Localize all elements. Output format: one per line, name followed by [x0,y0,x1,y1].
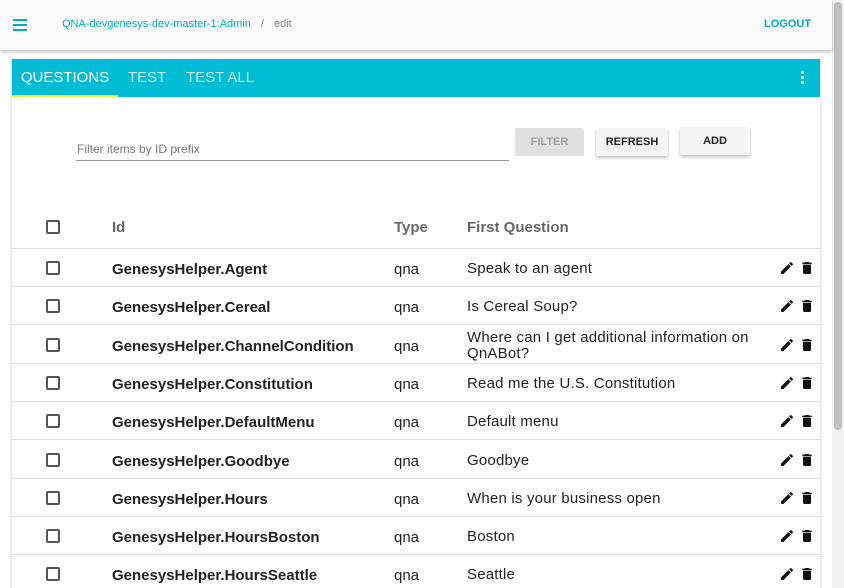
top-app-bar: QNA-devgenesys-dev-master-1:Admin / edit… [0,0,832,50]
tab-test[interactable]: TEST [118,59,176,97]
table-row: GenesysHelper.Hours qna When is your busin… [12,479,820,517]
pencil-icon[interactable] [779,337,795,353]
pencil-icon[interactable] [779,490,795,506]
pencil-icon[interactable] [779,298,795,314]
trash-icon[interactable] [799,375,815,391]
row-first-question: When is your business open [467,489,661,507]
row-first-question: Boston [467,528,515,546]
tab-questions[interactable]: QUESTIONS [12,59,118,97]
scrollbar-thumb[interactable] [834,2,842,430]
row-id: GenesysHelper.Goodbye [112,452,290,470]
breadcrumb-current: edit [273,18,292,30]
row-id: GenesysHelper.Cereal [112,299,271,317]
pencil-icon[interactable] [779,452,795,468]
filter-input[interactable] [76,137,509,161]
row-type: qna [394,375,420,393]
row-type: qna [394,490,420,508]
trash-icon[interactable] [799,298,815,314]
table-row: GenesysHelper.HoursBoston qna Boston [12,517,820,556]
column-header-first-question[interactable]: First Question [467,219,569,236]
row-id: GenesysHelper.HoursSeattle [112,567,318,585]
pencil-icon[interactable] [779,566,795,582]
trash-icon[interactable] [799,452,815,468]
row-type: qna [394,261,420,278]
more-vert-icon[interactable] [800,70,806,86]
add-button[interactable]: ADD [680,127,750,155]
tab-test-all[interactable]: TEST ALL [176,59,264,97]
table-header: Id Type First Question [12,205,820,249]
table-row: GenesysHelper.Constitution qna Read me the… [12,364,820,402]
row-id: GenesysHelper.Constitution [112,375,313,393]
select-all-checkbox[interactable] [46,220,60,234]
row-checkbox[interactable] [46,337,60,352]
table-row: GenesysHelper.Agent qna Speak to an agent [12,249,820,287]
questions-card: QUESTIONS TEST TEST ALL FILTER REFRESH A… [12,59,820,588]
table-row: GenesysHelper.ChannelCondition qna Where c… [12,326,820,364]
row-id: GenesysHelper.ChannelCondition [112,337,354,355]
row-checkbox[interactable] [46,414,60,429]
row-id: GenesysHelper.Agent [112,261,268,278]
filter-button[interactable]: FILTER [515,128,584,156]
row-checkbox[interactable] [46,375,60,390]
row-first-question: Goodbye [467,451,530,469]
row-checkbox[interactable] [46,529,60,544]
menu-icon[interactable] [10,15,30,35]
row-type: qna [394,567,420,585]
trash-icon[interactable] [799,413,815,429]
table-row: GenesysHelper.HoursSeattle qna Seattle [12,555,820,588]
table-row: GenesysHelper.Cereal qna Is Cereal Soup? [12,287,820,326]
row-type: qna [394,337,420,355]
trash-icon[interactable] [799,528,815,544]
tab-bar: QUESTIONS TEST TEST ALL [12,59,820,97]
row-checkbox[interactable] [46,261,60,275]
row-id: GenesysHelper.HoursBoston [112,529,320,547]
pencil-icon[interactable] [779,528,795,544]
column-header-id[interactable]: Id [112,219,125,236]
page-scrollbar[interactable] [832,0,844,588]
breadcrumb-separator: / [260,18,264,30]
row-checkbox[interactable] [46,452,60,467]
row-first-question: Read me the U.S. Constitution [467,374,676,392]
breadcrumb-admin-link[interactable]: QNA-devgenesys-dev-master-1:Admin [62,18,251,30]
row-first-question: Default menu [467,413,559,431]
row-id: GenesysHelper.Hours [112,490,268,508]
trash-icon[interactable] [799,490,815,506]
row-checkbox[interactable] [46,490,60,505]
pencil-icon[interactable] [779,260,795,276]
table-row: GenesysHelper.Goodbye qna Goodbye [12,441,820,479]
trash-icon[interactable] [799,566,815,582]
row-first-question: Speak to an agent [467,260,593,277]
row-first-question: Seattle [467,566,516,584]
table-row: GenesysHelper.DefaultMenu qna Default menu [12,402,820,441]
row-type: qna [394,529,420,547]
row-first-question: Is Cereal Soup? [467,298,578,316]
row-first-question: Where can I get additional information o… [467,328,749,362]
pencil-icon[interactable] [779,375,795,391]
column-header-type[interactable]: Type [394,219,428,236]
row-id: GenesysHelper.DefaultMenu [112,414,315,432]
row-type: qna [394,414,420,432]
active-tab-indicator [12,95,118,97]
row-type: qna [394,452,420,470]
row-checkbox[interactable] [46,567,60,582]
refresh-button[interactable]: REFRESH [596,128,668,156]
row-checkbox[interactable] [46,299,60,314]
row-type: qna [394,299,420,317]
breadcrumb: QNA-devgenesys-dev-master-1:Admin / edit [62,18,292,30]
pencil-icon[interactable] [779,413,795,429]
trash-icon[interactable] [799,260,815,276]
logout-button[interactable]: LOGOUT [764,18,811,30]
trash-icon[interactable] [799,337,815,353]
